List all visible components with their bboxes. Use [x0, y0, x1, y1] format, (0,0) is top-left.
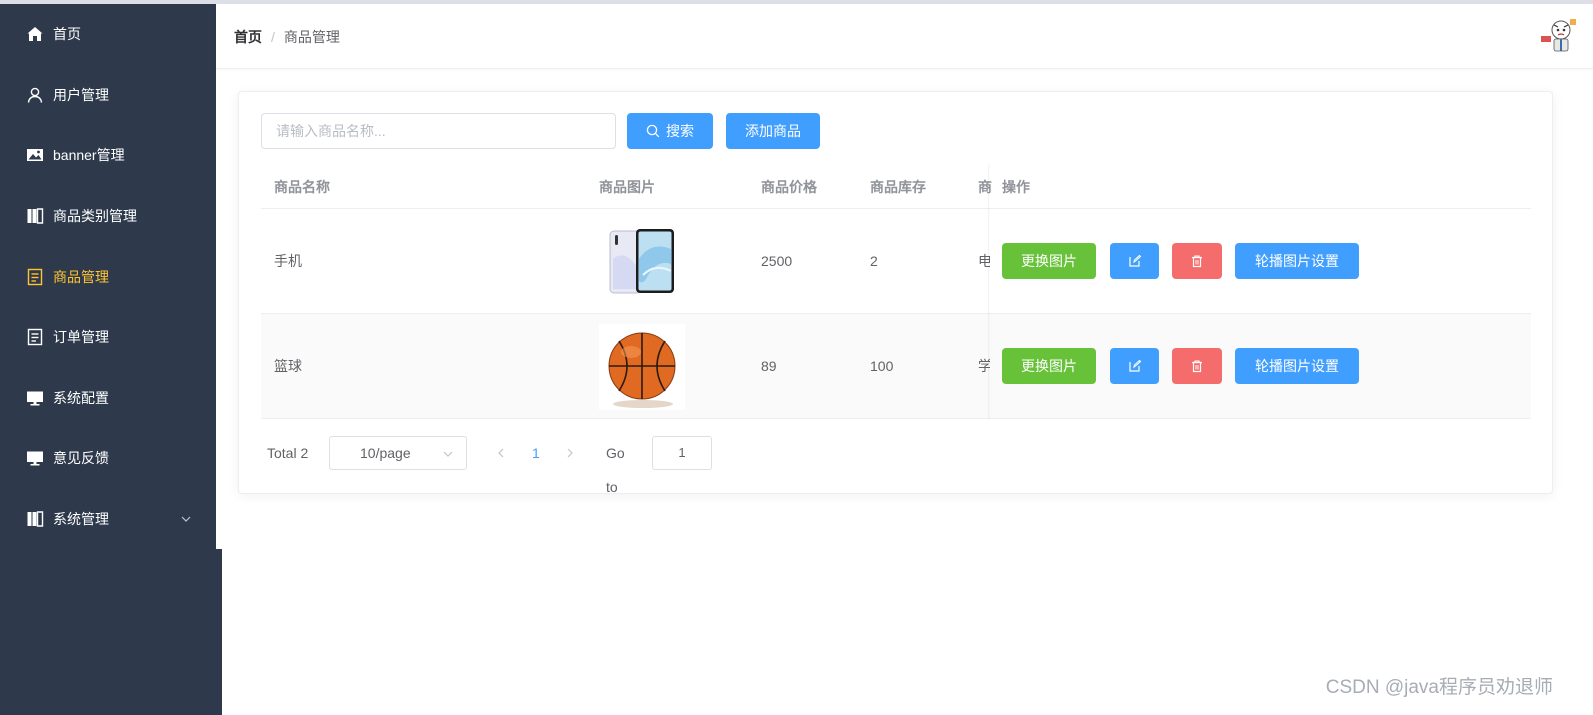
chevron-down-icon — [443, 451, 453, 457]
breadcrumb-current: 商品管理 — [283, 29, 340, 45]
avatar[interactable] — [1539, 16, 1579, 56]
goods-card: 搜索 添加商品 商品名称 商品图片 商品价格 商品库存 商 操作 手机 2 — [238, 91, 1553, 495]
sidebar-item-label: 系统配置 — [53, 389, 109, 406]
cell-stock: 100 — [870, 358, 894, 374]
chevron-down-icon[interactable] — [180, 513, 192, 525]
column-header-actions: 操作 — [1002, 179, 1030, 195]
sidebar-item-goods[interactable]: 商品管理 — [0, 246, 216, 307]
add-goods-button[interactable]: 添加商品 — [726, 113, 820, 149]
carousel-settings-label: 轮播图片设置 — [1255, 253, 1339, 269]
goods-table: 商品名称 商品图片 商品价格 商品库存 商 操作 手机 2500 2 电 篮球 … — [261, 165, 1531, 419]
sidebar-item-users[interactable]: 用户管理 — [0, 65, 216, 126]
sidebar-item-label: 首页 — [53, 26, 81, 43]
carousel-settings-button[interactable]: 轮播图片设置 — [1235, 243, 1359, 279]
sidebar-item-label: 意见反馈 — [53, 450, 109, 467]
search-icon — [646, 124, 660, 138]
document-icon — [26, 268, 44, 286]
delete-button[interactable] — [1172, 348, 1222, 384]
delete-icon — [1192, 360, 1202, 373]
watermark: CSDN @java程序员劝退师 — [1325, 677, 1553, 698]
sidebar-item-banner[interactable]: banner管理 — [0, 125, 216, 186]
delete-icon — [1192, 255, 1202, 268]
actions-cell: 更换图片 轮播图片设置 — [990, 209, 1531, 313]
page-size-select[interactable]: 10/page — [329, 436, 467, 470]
sidebar-item-label: banner管理 — [53, 147, 125, 164]
change-image-button[interactable]: 更换图片 — [1002, 348, 1096, 384]
add-goods-button-label: 添加商品 — [745, 123, 801, 139]
monitor-icon — [26, 389, 44, 407]
next-page-icon[interactable] — [564, 446, 576, 460]
home-icon — [26, 25, 44, 43]
sidebar-item-home[interactable]: 首页 — [0, 4, 216, 65]
column-header-stock: 商品库存 — [870, 179, 926, 195]
edit-icon — [1128, 359, 1141, 372]
pagination: Total 2 10/page 1 Go to 1 — [267, 436, 712, 495]
sidebar-tail — [216, 549, 222, 715]
actions-cell: 更换图片 轮播图片设置 — [990, 314, 1531, 418]
cell-name: 手机 — [274, 253, 302, 269]
collection-icon — [26, 510, 44, 528]
pagination-total: Total 2 — [267, 445, 309, 461]
cell-stock: 2 — [870, 253, 878, 269]
sidebar-item-config[interactable]: 系统配置 — [0, 368, 216, 429]
table-header: 商品名称 商品图片 商品价格 商品库存 商 操作 — [261, 165, 1531, 209]
cell-price: 89 — [761, 358, 777, 374]
sidebar-item-system[interactable]: 系统管理 — [0, 489, 216, 550]
header: 首页 / 商品管理 — [216, 4, 1593, 69]
user-icon — [26, 86, 44, 104]
change-image-label: 更换图片 — [1021, 358, 1077, 374]
sidebar-item-orders[interactable]: 订单管理 — [0, 307, 216, 368]
breadcrumb-separator: / — [271, 29, 275, 45]
goto-page-input[interactable]: 1 — [652, 436, 712, 470]
sidebar-item-label: 订单管理 — [53, 329, 109, 346]
carousel-settings-label: 轮播图片设置 — [1255, 358, 1339, 374]
collection-icon — [26, 207, 44, 225]
change-image-button[interactable]: 更换图片 — [1002, 243, 1096, 279]
delete-button[interactable] — [1172, 243, 1222, 279]
goto-label: Go to — [606, 445, 625, 495]
document-icon — [26, 328, 44, 346]
basketball-image — [599, 324, 685, 410]
sidebar-item-feedback[interactable]: 意见反馈 — [0, 428, 216, 489]
sidebar-item-label: 商品类别管理 — [53, 208, 137, 225]
edit-icon — [1128, 254, 1141, 267]
search-button-label: 搜索 — [666, 123, 694, 139]
page-number-current[interactable]: 1 — [532, 436, 540, 470]
sidebar-item-category[interactable]: 商品类别管理 — [0, 186, 216, 247]
column-header-name: 商品名称 — [274, 179, 330, 195]
image-icon — [26, 146, 44, 164]
sidebar: 首页 用户管理 banner管理 商品类别管理 商品管理 订单管理 系统配置 意… — [0, 4, 216, 715]
prev-page-icon[interactable] — [495, 446, 507, 460]
edit-button[interactable] — [1110, 348, 1159, 384]
page-size-value: 10/page — [360, 445, 411, 461]
search-button[interactable]: 搜索 — [627, 113, 713, 149]
column-header-price: 商品价格 — [761, 179, 817, 195]
column-header-image: 商品图片 — [599, 179, 655, 195]
cell-name: 篮球 — [274, 358, 302, 374]
sidebar-item-label: 商品管理 — [53, 268, 109, 285]
sidebar-item-label: 系统管理 — [53, 511, 109, 528]
change-image-label: 更换图片 — [1021, 253, 1077, 269]
breadcrumb-home[interactable]: 首页 — [234, 27, 262, 47]
monitor-icon — [26, 449, 44, 467]
sidebar-item-label: 用户管理 — [53, 86, 109, 103]
breadcrumb: 首页 / 商品管理 — [234, 27, 340, 47]
edit-button[interactable] — [1110, 243, 1159, 279]
carousel-settings-button[interactable]: 轮播图片设置 — [1235, 348, 1359, 384]
cell-price: 2500 — [761, 253, 793, 269]
phone-image — [609, 229, 674, 294]
search-input[interactable] — [261, 113, 616, 149]
